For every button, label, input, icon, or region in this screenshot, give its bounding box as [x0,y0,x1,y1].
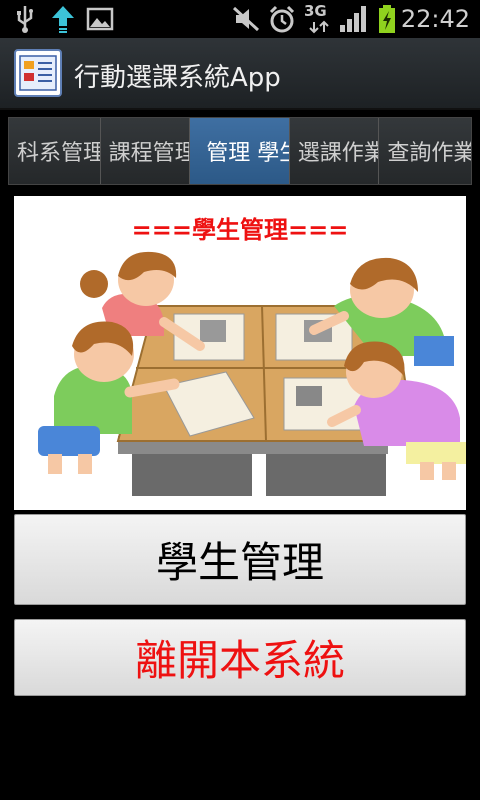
usb-icon [17,6,33,33]
upload-icon [52,6,74,33]
tab-course[interactable]: 課程管理 [100,118,191,184]
tab-label: 管理 學生 [206,141,289,166]
children-reading-picture [38,251,466,496]
signal-icon [340,6,366,32]
tab-label: 選課作業 [297,141,380,166]
tab-label: 科系管理 [17,141,101,166]
tab-label: 查詢作業 [387,141,471,166]
tab-query[interactable]: 查詢作業 [379,118,471,184]
status-bar: 3G 22:42 [0,0,480,38]
tab-department[interactable]: 科系管理 [9,118,101,184]
alarm-icon [269,5,295,33]
tab-label: 課程管理 [108,141,191,166]
tab-bar: 科系管理 課程管理 管理 學生 選課作業 查詢作業 [8,117,472,185]
student-management-button[interactable]: 學生管理 [14,514,466,605]
app-icon [14,49,62,97]
battery-charging-icon [379,5,395,33]
data-activity-icon [309,20,329,34]
tab-student[interactable]: 管理 學生 [190,118,290,184]
student-illustration: ===學生管理=== [14,196,466,510]
clock: 22:42 [400,5,470,33]
image-icon [86,7,114,31]
action-bar: 行動選課系統App [0,38,480,110]
exit-system-button[interactable]: 離開本系統 [14,619,466,696]
app-title: 行動選課系統App [74,63,281,93]
tab-enrollment[interactable]: 選課作業 [289,118,380,184]
mute-icon [232,6,260,32]
